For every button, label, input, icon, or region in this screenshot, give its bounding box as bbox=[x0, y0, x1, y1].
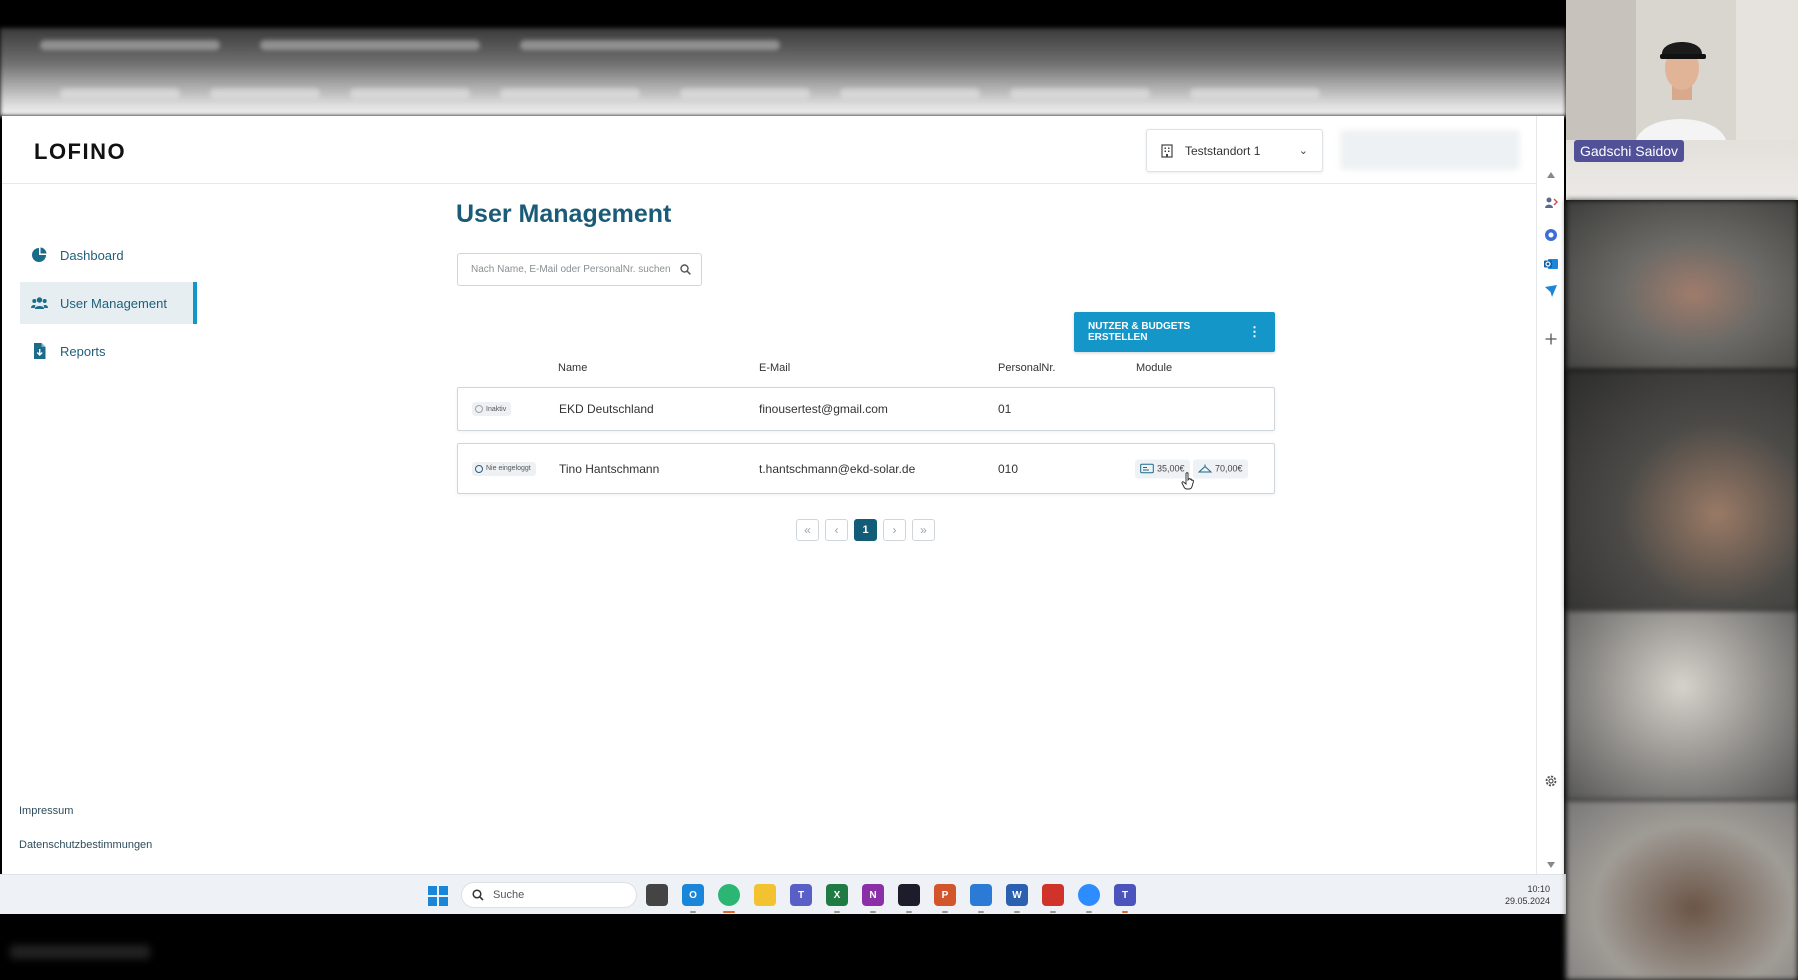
file-explorer-icon[interactable] bbox=[754, 884, 776, 906]
column-header-personalnr: PersonalNr. bbox=[998, 362, 1056, 374]
taskbar-clock[interactable]: 10:10 29.05.2024 bbox=[1505, 883, 1550, 907]
copilot-icon[interactable] bbox=[1544, 228, 1558, 242]
photos-icon[interactable] bbox=[970, 884, 992, 913]
powerpoint-icon[interactable]: P bbox=[934, 884, 956, 913]
privacy-policy-link[interactable]: Datenschutzbestimmungen bbox=[19, 839, 152, 851]
shared-screen: LOFINO Teststandort 1 ⌄ Dashboard User M… bbox=[0, 0, 1566, 980]
status-dot-icon bbox=[475, 464, 483, 473]
create-button-label: NUTZER & BUDGETS ERSTELLEN bbox=[1088, 321, 1191, 343]
previous-page-button[interactable]: ‹ bbox=[825, 519, 848, 541]
module-chip-clothing[interactable]: 70,00€ bbox=[1193, 459, 1248, 478]
add-icon[interactable] bbox=[1544, 332, 1558, 346]
users-icon bbox=[30, 294, 48, 312]
scroll-down-icon[interactable] bbox=[1544, 858, 1558, 872]
hand-cursor-icon bbox=[1181, 472, 1194, 490]
location-select[interactable]: Teststandort 1 ⌄ bbox=[1146, 129, 1323, 172]
clock-time: 10:10 bbox=[1527, 884, 1550, 894]
user-search-box[interactable] bbox=[457, 253, 702, 286]
last-page-button[interactable]: » bbox=[912, 519, 935, 541]
table-row[interactable]: Nie eingeloggt Tino Hantschmann t.hantsc… bbox=[457, 443, 1275, 494]
settings-gear-icon[interactable] bbox=[1544, 774, 1558, 788]
status-badge: Nie eingeloggt bbox=[472, 461, 536, 476]
browser-chrome-blurred bbox=[0, 28, 1566, 116]
teams-icon[interactable]: T bbox=[790, 884, 812, 906]
first-page-button[interactable]: « bbox=[796, 519, 819, 541]
current-page-button[interactable]: 1 bbox=[854, 519, 877, 541]
user-personal-nr: 01 bbox=[998, 402, 1012, 416]
profile-sync-icon[interactable] bbox=[1544, 196, 1558, 210]
participant-video-tile-blurred[interactable] bbox=[1566, 370, 1798, 610]
tradingview-icon[interactable] bbox=[898, 884, 920, 913]
task-view-icon[interactable] bbox=[646, 884, 668, 906]
next-page-button[interactable]: › bbox=[883, 519, 906, 541]
participant-name-tag: Gadschi Saidov bbox=[1574, 140, 1685, 162]
clock-date: 29.05.2024 bbox=[1504, 896, 1550, 906]
taskbar-search-label: Suche bbox=[493, 889, 525, 901]
create-users-budgets-button[interactable]: NUTZER & BUDGETS ERSTELLEN ⋮ bbox=[1074, 312, 1275, 352]
web-app: LOFINO Teststandort 1 ⌄ Dashboard User M… bbox=[2, 116, 1564, 874]
participants-panel: Gadschi Saidov bbox=[1566, 0, 1798, 980]
windows-start-icon[interactable] bbox=[428, 886, 448, 906]
clothes-hanger-icon bbox=[1198, 464, 1212, 473]
status-badge: Inaktiv bbox=[472, 402, 512, 416]
lofino-logo[interactable]: LOFINO bbox=[34, 139, 126, 165]
sidebar-item-label: Reports bbox=[60, 343, 106, 359]
search-input[interactable] bbox=[471, 264, 680, 275]
chevron-down-icon: ⌄ bbox=[1298, 145, 1308, 157]
participant-video-tile-blurred[interactable] bbox=[1566, 200, 1798, 370]
participant-video-tile-blurred[interactable] bbox=[1566, 800, 1798, 980]
sidebar-item-dashboard[interactable]: Dashboard bbox=[20, 234, 197, 276]
user-name: Tino Hantschmann bbox=[559, 461, 660, 476]
scroll-up-icon[interactable] bbox=[1544, 168, 1558, 182]
column-header-name: Name bbox=[558, 362, 588, 374]
sidebar-item-reports[interactable]: Reports bbox=[20, 330, 197, 372]
report-file-icon bbox=[30, 342, 48, 360]
participant-video-tile-blurred[interactable] bbox=[1566, 610, 1798, 800]
status-dot-icon bbox=[475, 405, 483, 413]
module-value: 70,00€ bbox=[1215, 463, 1243, 474]
user-email: t.hantschmann@ekd-solar.de bbox=[759, 461, 916, 476]
search-icon[interactable] bbox=[680, 264, 691, 275]
teams-notification-icon[interactable]: T bbox=[1114, 884, 1136, 913]
acrobat-icon[interactable] bbox=[1042, 884, 1064, 913]
windows-taskbar: Suche O T X N P W T 10:10 29.05.2024 bbox=[0, 874, 1566, 914]
pagination: « ‹ 1 › » bbox=[796, 519, 935, 541]
sidebar-item-user-management[interactable]: User Management bbox=[20, 282, 197, 324]
blurred-header-widget bbox=[1340, 130, 1520, 170]
meal-card-icon bbox=[1140, 463, 1154, 474]
blurred-bottom-caption bbox=[10, 945, 150, 959]
sidebar-item-label: Dashboard bbox=[60, 247, 124, 263]
search-icon bbox=[472, 889, 484, 901]
impressum-link[interactable]: Impressum bbox=[19, 805, 73, 817]
sidebar-item-label: User Management bbox=[60, 295, 167, 311]
zoom-icon[interactable] bbox=[1078, 884, 1100, 913]
status-badge-text: Nie eingeloggt bbox=[486, 465, 531, 472]
send-icon[interactable] bbox=[1544, 284, 1558, 298]
table-row[interactable]: Inaktiv EKD Deutschland finousertest@gma… bbox=[457, 387, 1275, 431]
user-personal-nr: 010 bbox=[998, 461, 1019, 476]
onenote-icon[interactable]: N bbox=[862, 884, 884, 913]
user-name: EKD Deutschland bbox=[559, 402, 654, 416]
more-options-icon[interactable]: ⋮ bbox=[1248, 324, 1261, 340]
status-badge-text: Inaktiv bbox=[486, 405, 507, 413]
excel-icon[interactable]: X bbox=[826, 884, 848, 913]
page-title: User Management bbox=[456, 200, 672, 228]
browser-side-panel bbox=[1536, 116, 1564, 874]
pie-chart-icon bbox=[30, 246, 48, 264]
building-icon bbox=[1161, 143, 1173, 158]
column-header-module: Module bbox=[1136, 362, 1173, 374]
app-header: LOFINO Teststandort 1 ⌄ bbox=[2, 116, 1537, 184]
participant-avatar bbox=[1566, 0, 1798, 140]
word-icon[interactable]: W bbox=[1006, 884, 1028, 913]
column-header-email: E-Mail bbox=[759, 362, 791, 374]
taskbar-search[interactable]: Suche bbox=[461, 882, 637, 908]
outlook-icon[interactable] bbox=[1544, 257, 1558, 271]
edge-browser-icon[interactable] bbox=[718, 884, 740, 913]
location-select-value: Teststandort 1 bbox=[1185, 143, 1261, 158]
user-email: finousertest@gmail.com bbox=[759, 402, 888, 416]
outlook-app-icon[interactable]: O bbox=[682, 884, 704, 913]
participant-video-tile[interactable]: Gadschi Saidov bbox=[1566, 0, 1798, 200]
